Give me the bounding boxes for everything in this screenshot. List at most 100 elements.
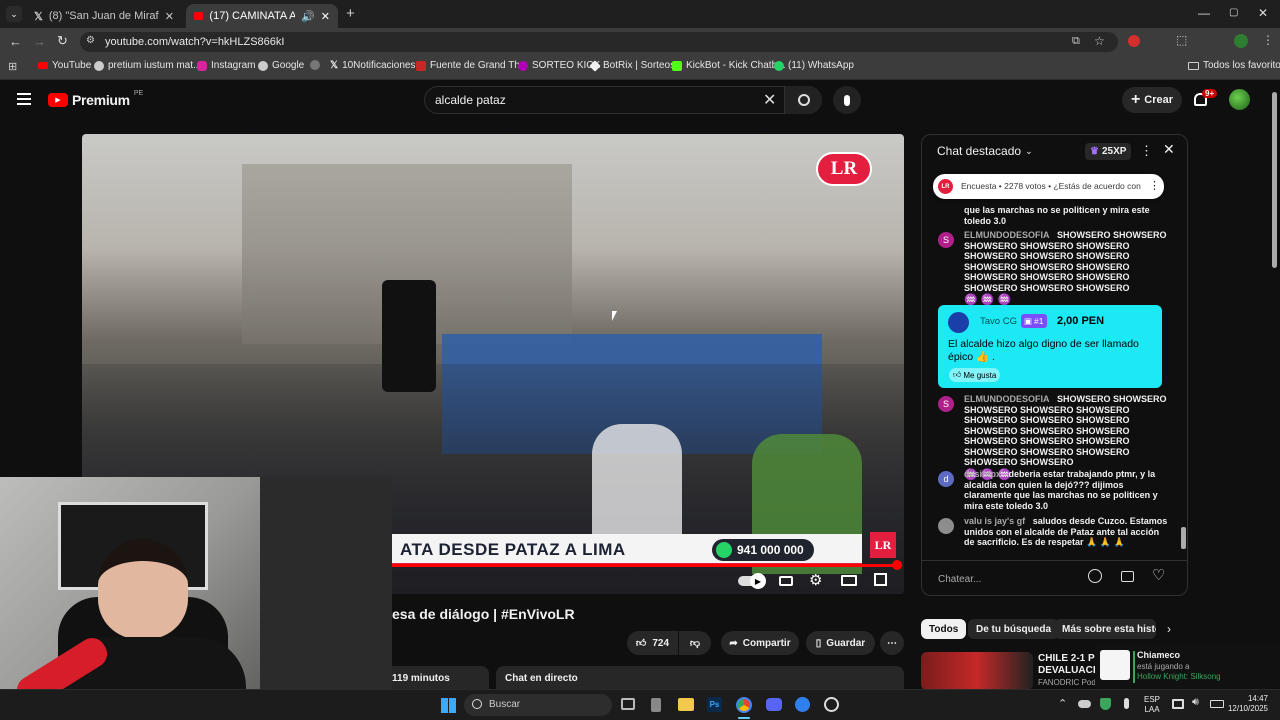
bookmark-10notificaciones[interactable]: 𝕏 10Notificaciones xyxy=(330,60,415,71)
profile-avatar[interactable] xyxy=(1234,34,1248,48)
speaker-icon[interactable]: 🔊 xyxy=(301,10,315,23)
live-chat-replay-box[interactable]: Chat en directo xyxy=(496,666,904,690)
microphone-icon[interactable] xyxy=(1124,698,1129,709)
bookmark-youtube[interactable]: YouTube xyxy=(38,60,91,71)
page-scrollbar[interactable] xyxy=(1272,92,1277,268)
app-icon[interactable] xyxy=(795,697,810,712)
chat-input[interactable]: Chatear... xyxy=(938,566,1084,588)
app-icon[interactable] xyxy=(651,698,661,712)
settings-gear-icon[interactable]: ⚙ xyxy=(809,571,822,589)
window-close-button[interactable]: ✕ xyxy=(1258,6,1268,20)
account-avatar[interactable] xyxy=(1229,89,1250,110)
chat-close-icon[interactable]: ✕ xyxy=(1163,141,1175,158)
superchat-author[interactable]: Tavo CG xyxy=(980,316,1017,327)
language-indicator[interactable]: ESP LAA xyxy=(1144,695,1160,715)
related-title[interactable]: CHILE 2-1 PE DEVALUACIÓ FANODRIC Pod xyxy=(1038,653,1098,689)
chat-scrollbar[interactable] xyxy=(1181,527,1186,549)
heart-icon[interactable]: ♡ xyxy=(1152,566,1165,584)
subtitles-icon[interactable] xyxy=(779,576,793,586)
extension-icon[interactable] xyxy=(1128,35,1140,47)
chat-author[interactable]: desintpx xyxy=(964,469,1001,479)
xp-badge[interactable]: ♛ 25XP xyxy=(1085,143,1132,160)
chevron-right-icon[interactable]: › xyxy=(1167,622,1171,636)
extensions-puzzle-icon[interactable]: ⬚ xyxy=(1176,33,1187,47)
dislike-button[interactable]: 👎︎ xyxy=(679,631,711,655)
photoshop-icon[interactable]: Ps xyxy=(707,697,722,712)
chip-search[interactable]: De tu búsqueda xyxy=(968,619,1060,639)
new-tab-button[interactable]: + xyxy=(346,5,355,22)
clock[interactable]: 14:47 12/10/2025 xyxy=(1224,694,1268,714)
close-icon[interactable]: ✕ xyxy=(165,10,174,23)
chat-author[interactable]: valu is jay's gf xyxy=(964,516,1025,526)
superchat-like-button[interactable]: 👍︎ Me gusta xyxy=(949,368,1001,382)
apps-grid-icon[interactable]: ⊞ xyxy=(8,60,17,73)
chat-message[interactable]: valu is jay's gf saludos desde Cuzco. Es… xyxy=(938,516,1168,548)
autoplay-toggle[interactable]: ▶ xyxy=(738,573,766,589)
cloud-icon[interactable] xyxy=(1078,700,1091,708)
progress-bar[interactable] xyxy=(382,564,898,567)
share-button[interactable]: ➦ Compartir xyxy=(721,631,799,655)
poll-menu-icon[interactable]: ⋮ xyxy=(1149,179,1160,192)
site-info-icon[interactable]: ⚙ xyxy=(86,35,95,46)
theater-mode-icon[interactable] xyxy=(841,575,857,586)
forward-arrow-icon[interactable]: → xyxy=(33,34,46,49)
reload-icon[interactable]: ↻ xyxy=(57,33,68,49)
cast-icon[interactable]: ⧉ xyxy=(1072,35,1080,48)
chat-message[interactable]: S ELMUNDODESOFIA SHOWSERO SHOWSERO SHOWS… xyxy=(938,230,1168,306)
bookmark-pretium[interactable]: pretium iustum mat... xyxy=(94,60,201,71)
minimize-button[interactable]: — xyxy=(1198,6,1210,20)
chip-todos[interactable]: Todos xyxy=(921,619,967,639)
chat-author[interactable]: ELMUNDODESOFIA xyxy=(964,394,1050,404)
obs-icon[interactable] xyxy=(824,697,839,712)
chat-message[interactable]: d desintpx deberia estar trabajando ptmr… xyxy=(938,469,1168,511)
file-explorer-icon[interactable] xyxy=(678,698,694,711)
progress-scrubber[interactable] xyxy=(892,560,902,570)
network-icon[interactable] xyxy=(1172,699,1184,709)
close-icon[interactable]: ✕ xyxy=(321,10,330,23)
bookmark-instagram[interactable]: Instagram xyxy=(197,60,255,71)
search-button[interactable] xyxy=(784,86,822,114)
chip-story[interactable]: Más sobre esta histo xyxy=(1054,619,1156,639)
menu-kebab-icon[interactable]: ⋮ xyxy=(1262,33,1274,47)
bookmark-globe[interactable] xyxy=(310,60,320,70)
task-view-icon[interactable] xyxy=(621,698,635,710)
youtube-logo[interactable]: ▶ Premium PE xyxy=(48,90,143,108)
bookmark-star-icon[interactable]: ☆ xyxy=(1094,34,1105,48)
poll-banner[interactable]: LR Encuesta • 2278 votos • ¿Estás de acu… xyxy=(933,174,1164,199)
chat-message[interactable]: S ELMUNDODESOFIA SHOWSERO SHOWSERO SHOWS… xyxy=(938,394,1168,480)
tab-1[interactable]: 𝕏 (8) "San Juan de Miraflores" - B ✕ xyxy=(26,4,182,28)
volume-icon[interactable]: 🔊︎ xyxy=(1192,696,1199,709)
search-input[interactable]: alcalde pataz ✕ xyxy=(424,86,822,114)
related-thumbnail[interactable] xyxy=(921,652,1033,690)
bookmark-sorteo-kick[interactable]: SORTEO KICK xyxy=(518,60,600,71)
chat-author[interactable]: ELMUNDODESOFIA xyxy=(964,230,1050,240)
emoji-icon[interactable] xyxy=(1088,569,1102,583)
tab-search-icon[interactable]: ⌄ xyxy=(6,6,22,22)
super-chat-icon[interactable] xyxy=(1121,571,1134,582)
chat-menu-icon[interactable]: ⋮ xyxy=(1140,143,1153,159)
omnibox[interactable]: ⚙ youtube.com/watch?v=hkHLZS866kI ⧉ ☆ xyxy=(80,32,1118,52)
back-arrow-icon[interactable]: ← xyxy=(9,34,22,49)
superchat-card[interactable]: Tavo CG ▣ #1 2,00 PEN El alcalde hizo alg… xyxy=(938,305,1162,388)
create-button[interactable]: + Crear xyxy=(1122,87,1182,113)
save-button[interactable]: ▯ Guardar xyxy=(806,631,875,655)
bookmark-whatsapp[interactable]: (11) WhatsApp xyxy=(774,60,854,71)
chrome-icon[interactable] xyxy=(736,697,752,713)
more-actions-button[interactable]: ⋯ xyxy=(880,631,904,655)
discord-icon[interactable] xyxy=(766,698,782,711)
hamburger-menu-icon[interactable] xyxy=(17,93,31,105)
windows-start-icon[interactable] xyxy=(441,698,456,713)
bookmark-kickbot[interactable]: KickBot - Kick Chatb... xyxy=(672,60,785,71)
description-box[interactable]: 119 minutos xyxy=(392,666,489,690)
fullscreen-icon[interactable] xyxy=(874,573,887,586)
shield-icon[interactable] xyxy=(1100,698,1111,710)
like-button[interactable]: 👍︎ 724 xyxy=(627,631,678,655)
taskbar-search[interactable]: Buscar xyxy=(464,694,612,716)
bookmark-botrix[interactable]: BotRix | Sorteos xyxy=(589,59,675,72)
tab-2[interactable]: (17) CAMINATA A PALAC 🔊 ✕ xyxy=(186,4,338,28)
all-bookmarks[interactable]: Todos los favoritos xyxy=(1188,60,1280,71)
chat-header-title[interactable]: Chat destacado ⌄ xyxy=(937,144,1033,158)
battery-icon[interactable] xyxy=(1210,700,1224,708)
maximize-button[interactable]: ▢ xyxy=(1229,7,1238,18)
bookmark-fuente[interactable]: Fuente de Grand Th... xyxy=(416,60,528,71)
